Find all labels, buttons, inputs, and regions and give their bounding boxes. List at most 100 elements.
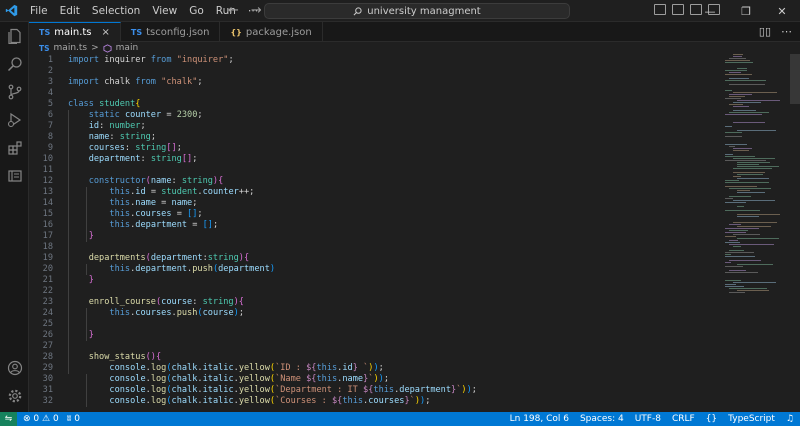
code-token: `Name — [275, 374, 307, 384]
menu-view[interactable]: View — [146, 0, 183, 22]
code-line[interactable]: 16 this.department = []; — [29, 220, 218, 231]
menu-file[interactable]: File — [24, 0, 54, 22]
code-line[interactable]: 23 enroll_course(course: string){ — [29, 297, 244, 308]
minimap-line — [729, 270, 746, 271]
minimap-line — [729, 224, 741, 225]
code-line[interactable]: 27 — [29, 341, 53, 352]
accounts-icon[interactable] — [0, 354, 29, 382]
toggle-sidebar-icon[interactable] — [654, 4, 666, 15]
code-line[interactable]: 5 class student{ — [29, 99, 141, 110]
minimap-line — [737, 190, 750, 191]
minimap-line — [729, 72, 741, 73]
menu-go[interactable]: Go — [183, 0, 210, 22]
code-line[interactable]: 11 — [29, 165, 53, 176]
encoding[interactable]: UTF-8 — [635, 414, 661, 424]
indent-guide — [86, 308, 87, 341]
toggle-panel-icon[interactable] — [672, 4, 684, 15]
tab-package-json[interactable]: {} package.json — [220, 22, 323, 42]
search-view-icon[interactable] — [0, 50, 29, 78]
code-line[interactable]: 20 this.department.push(department) — [29, 264, 275, 275]
code-line[interactable]: 18 — [29, 242, 53, 253]
minimize-icon[interactable]: — — [692, 0, 728, 22]
code-line[interactable]: 32 console.log(chalk.italic.yellow(`Cour… — [29, 396, 431, 407]
code-line[interactable]: 1 import inquirer from "inquirer"; — [29, 55, 234, 66]
nav-arrows: ← → — [228, 0, 262, 22]
language-mode-icon[interactable]: {} — [706, 414, 717, 424]
line-code: this.courses.push(course); — [68, 308, 244, 319]
code-line[interactable]: 9 courses: string[]; — [29, 143, 182, 154]
module-symbol-icon — [103, 43, 112, 53]
line-number: 2 — [47, 66, 53, 76]
code-line[interactable]: 19 departments(department:string){ — [29, 253, 250, 264]
back-arrow-icon[interactable]: ← — [228, 0, 239, 22]
code-line[interactable]: 2 — [29, 66, 53, 77]
code-line[interactable]: 12 constructor(name: string){ — [29, 176, 224, 187]
run-debug-icon[interactable] — [0, 106, 29, 134]
code-token: italic — [202, 396, 234, 406]
code-token: id — [342, 363, 353, 373]
minimap[interactable] — [725, 54, 790, 304]
code-token: this — [316, 363, 338, 373]
explorer-icon[interactable] — [0, 22, 29, 50]
notifications-bell-icon[interactable]: ♫ — [786, 414, 794, 424]
remote-indicator[interactable]: ⇋ — [0, 412, 17, 426]
code-line[interactable]: 31 console.log(chalk.italic.yellow(`Depa… — [29, 385, 477, 396]
code-line[interactable]: 3 import chalk from "chalk"; — [29, 77, 203, 88]
code-line[interactable]: 21 } — [29, 275, 94, 286]
code-token: courses — [368, 396, 405, 406]
code-line[interactable]: 29 console.log(chalk.italic.yellow(`ID :… — [29, 363, 384, 374]
code-line[interactable]: 6 static counter = 2300; — [29, 110, 203, 121]
remote-explorer-icon[interactable] — [0, 162, 29, 190]
tab-main-ts[interactable]: TS main.ts × — [29, 22, 121, 42]
code-line[interactable]: 4 — [29, 88, 53, 99]
more-actions-icon[interactable]: ⋯ — [781, 25, 792, 38]
end-of-line[interactable]: CRLF — [672, 414, 695, 424]
problems-indicator[interactable]: ⊗ 0 ⚠ 0 — [23, 414, 59, 424]
code-line[interactable]: 17 } — [29, 231, 94, 242]
minimap-line — [725, 114, 762, 115]
forward-arrow-icon[interactable]: → — [251, 0, 262, 22]
code-line[interactable]: 10 department: string[]; — [29, 154, 198, 165]
code-token: ; — [425, 396, 431, 406]
code-line[interactable]: 14 this.name = name; — [29, 198, 198, 209]
code-line[interactable]: 22 — [29, 286, 53, 297]
code-token: } — [88, 231, 94, 241]
code-token: ; — [471, 385, 477, 395]
code-line[interactable]: 13 this.id = student.counter++; — [29, 187, 255, 198]
settings-gear-icon[interactable] — [0, 382, 29, 410]
editor-scrollbar[interactable] — [790, 54, 800, 104]
language-mode[interactable]: TypeScript — [728, 414, 775, 424]
indentation[interactable]: Spaces: 4 — [580, 414, 624, 424]
menu-edit[interactable]: Edit — [54, 0, 86, 22]
restore-icon[interactable]: ❐ — [728, 0, 764, 22]
code-line[interactable]: 28 show_status(){ — [29, 352, 162, 363]
code-line[interactable]: 7 id: number; — [29, 121, 146, 132]
code-line[interactable]: 30 console.log(chalk.italic.yellow(`Name… — [29, 374, 389, 385]
code-line[interactable]: 8 name: string; — [29, 132, 156, 143]
cursor-position[interactable]: Ln 198, Col 6 — [510, 414, 569, 424]
code-line[interactable]: 24 this.courses.push(course); — [29, 308, 244, 319]
breadcrumb-file[interactable]: main.ts — [54, 43, 88, 53]
typescript-config-icon: TS — [130, 27, 143, 37]
code-line[interactable]: 26 } — [29, 330, 94, 341]
minimap-line — [733, 200, 775, 201]
code-line[interactable]: 25 — [29, 319, 53, 330]
close-tab-icon[interactable]: × — [102, 27, 110, 38]
ports-indicator[interactable]: ʬ 0 — [67, 414, 80, 424]
breadcrumb-symbol[interactable]: main — [116, 43, 139, 53]
code-editor[interactable]: 1 import inquirer from "inquirer"; 2 3 impor… — [29, 54, 800, 412]
extensions-icon[interactable] — [0, 134, 29, 162]
tab-tsconfig-json[interactable]: TS tsconfig.json — [121, 22, 221, 42]
close-window-icon[interactable]: ✕ — [764, 0, 800, 22]
code-token: : — [99, 121, 110, 131]
source-control-icon[interactable] — [0, 78, 29, 106]
split-editor-icon[interactable]: ▯▯ — [759, 25, 771, 38]
code-line[interactable]: 15 this.courses = []; — [29, 209, 203, 220]
code-token: 2300 — [176, 110, 198, 120]
minimap-line — [725, 210, 760, 211]
menu-selection[interactable]: Selection — [86, 0, 146, 22]
command-center-search[interactable]: university managment — [264, 3, 570, 19]
